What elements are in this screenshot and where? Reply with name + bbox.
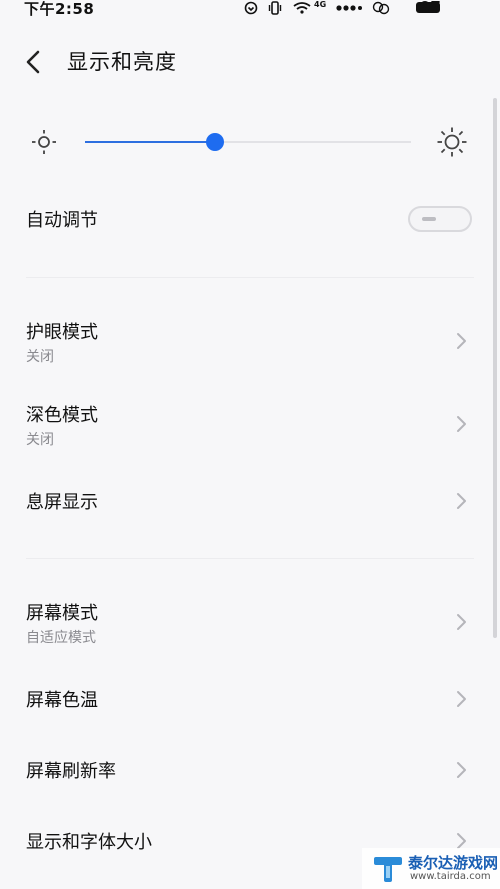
list-item-always-on-display[interactable]: 息屏显示 — [0, 488, 500, 528]
item-subtitle: 自适应模式 — [26, 630, 96, 646]
page-title: 显示和亮度 — [67, 50, 177, 74]
list-item-refresh-rate[interactable]: 屏幕刷新率 — [0, 757, 500, 797]
item-label: 屏幕模式 — [26, 603, 98, 624]
watermark: 泰尔达游戏网 www.tairda.com — [362, 848, 500, 889]
sun-low-icon — [32, 130, 56, 154]
sun-high-icon — [437, 127, 467, 157]
status-icons: 4G — [244, 0, 390, 16]
alarm-icon — [244, 1, 258, 15]
item-label: 息屏显示 — [26, 492, 98, 513]
auto-adjust-toggle[interactable] — [408, 206, 472, 232]
auto-adjust-label: 自动调节 — [26, 210, 98, 231]
auto-adjust-row[interactable]: 自动调节 — [0, 196, 500, 242]
status-time: 下午2:58 — [24, 0, 95, 18]
toggle-knob — [422, 217, 436, 221]
watermark-logo-icon — [374, 857, 402, 882]
brightness-thumb[interactable] — [206, 133, 225, 151]
list-item-color-temperature[interactable]: 屏幕色温 — [0, 686, 500, 726]
chevron-right-icon — [457, 493, 466, 509]
chevron-left-icon[interactable] — [20, 48, 48, 76]
item-label: 显示和字体大小 — [26, 832, 152, 853]
item-label: 屏幕色温 — [26, 690, 98, 711]
divider — [26, 558, 474, 559]
item-label: 深色模式 — [26, 405, 98, 426]
list-item-dark-mode[interactable]: 深色模式 关闭 — [0, 401, 500, 461]
list-item-eye-protection[interactable]: 护眼模式 关闭 — [0, 318, 500, 378]
chevron-right-icon — [457, 333, 466, 349]
battery-level: 97 — [420, 0, 441, 16]
brightness-control — [0, 122, 500, 162]
chevron-right-icon — [457, 691, 466, 707]
brightness-fill — [85, 141, 216, 143]
wifi-icon — [293, 2, 311, 14]
header: 显示和亮度 — [0, 40, 500, 84]
signal-dots-icon — [336, 5, 363, 11]
list-item-screen-mode[interactable]: 屏幕模式 自适应模式 — [0, 599, 500, 659]
chevron-right-icon — [457, 762, 466, 778]
item-subtitle: 关闭 — [26, 432, 54, 448]
watermark-url: www.tairda.com — [410, 871, 491, 882]
hd-icon — [372, 1, 390, 15]
watermark-name: 泰尔达游戏网 — [408, 854, 499, 872]
divider — [26, 277, 474, 278]
item-subtitle: 关闭 — [26, 349, 54, 365]
item-label: 护眼模式 — [26, 322, 98, 343]
chevron-right-icon — [457, 614, 466, 630]
status-bar: 下午2:58 4G 97 — [0, 0, 500, 20]
item-label: 屏幕刷新率 — [26, 761, 116, 782]
network-type: 4G — [314, 0, 327, 9]
brightness-slider[interactable] — [85, 133, 411, 151]
vibrate-icon — [268, 1, 282, 15]
chevron-right-icon — [457, 416, 466, 432]
